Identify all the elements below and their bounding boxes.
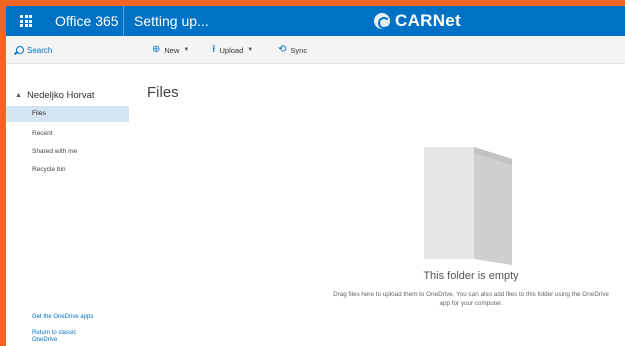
brand-name: CARNet <box>395 11 462 30</box>
empty-folder-description: Drag files here to upload them to OneDri… <box>333 291 609 307</box>
nav-item-recycle-bin[interactable]: Recycle bin <box>6 162 129 178</box>
new-label: New <box>164 45 180 55</box>
sync-label: Sync <box>290 45 308 55</box>
search-button[interactable]: Search <box>14 36 52 64</box>
get-apps-link[interactable]: Get the OneDrive apps <box>32 314 93 321</box>
suite-bar: Office 365 Setting up... CARNet <box>6 6 625 36</box>
command-bar: Search ⊕ New ▼ ⭱ Upload ▼ ⟲ Sync <box>6 36 625 64</box>
suite-divider <box>123 6 124 36</box>
left-navigation: ▲ Nedeljko Horvat Files Recent Shared wi… <box>6 64 129 346</box>
app-window: Office 365 Setting up... CARNet Search ⊕… <box>6 6 625 346</box>
carnet-logo-icon <box>374 13 390 29</box>
empty-folder-title: This folder is empty <box>423 270 519 282</box>
new-button[interactable]: ⊕ New ▼ <box>152 36 189 64</box>
search-label: Search <box>27 45 53 55</box>
brand-logo: CARNet <box>374 6 461 36</box>
upload-button[interactable]: ⭱ Upload ▼ <box>212 36 253 64</box>
app-name-link[interactable]: Office 365 <box>55 6 119 36</box>
owner-name: Nedeljko Horvat <box>26 90 95 101</box>
chevron-down-icon: ▼ <box>247 47 254 53</box>
page-title: Files <box>147 84 179 101</box>
waffle-icon <box>20 15 32 27</box>
upload-icon: ⭱ <box>212 44 216 55</box>
search-icon <box>14 45 24 55</box>
nav-item-recent[interactable]: Recent <box>6 126 129 142</box>
sync-button[interactable]: ⟲ Sync <box>278 36 307 64</box>
return-classic-link[interactable]: Return to classic OneDrive <box>32 330 102 344</box>
nav-item-shared[interactable]: Shared with me <box>6 144 129 160</box>
owner-toggle[interactable]: ▲ Nedeljko Horvat <box>15 90 95 101</box>
plus-circle-icon: ⊕ <box>152 44 161 55</box>
sync-icon: ⟲ <box>278 44 287 55</box>
app-launcher-button[interactable] <box>6 6 46 36</box>
upload-label: Upload <box>219 45 244 55</box>
empty-folder-icon <box>424 147 512 265</box>
nav-item-files[interactable]: Files <box>6 106 129 122</box>
page-status: Setting up... <box>134 13 209 29</box>
chevron-up-icon: ▲ <box>15 92 22 99</box>
chevron-down-icon: ▼ <box>183 47 190 53</box>
